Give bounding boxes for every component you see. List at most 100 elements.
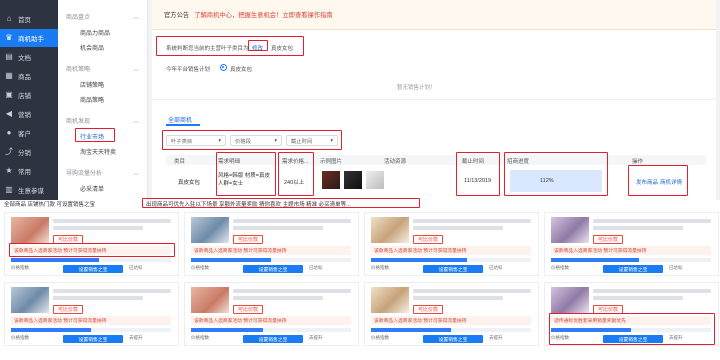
product-thumbnail[interactable] xyxy=(551,287,589,313)
set-sales-treasure-button[interactable]: 设置销售之宝 xyxy=(423,335,483,343)
product-card[interactable]: 可比价款 该款商品入选商家活动 预计可获得流量扶持 价格指数 设置销售之宝 去提升 xyxy=(364,282,539,346)
section-divider xyxy=(152,99,716,100)
tab-all-opportunities[interactable]: 全部商机 xyxy=(168,115,192,124)
home-icon: ⌂ xyxy=(6,14,12,23)
opportunity-detail-link[interactable]: 商机详情 xyxy=(660,178,682,186)
set-sales-treasure-button[interactable]: 设置销售之宝 xyxy=(243,335,303,343)
set-sales-treasure-button[interactable]: 设置销售之宝 xyxy=(603,335,663,343)
set-sales-treasure-button[interactable]: 设置销售之宝 xyxy=(423,265,483,273)
nav-item[interactable]: ♛ 商机助手 xyxy=(0,29,58,47)
product-title-placeholder xyxy=(413,219,531,223)
cell-category: 真皮女包 xyxy=(178,180,201,186)
product-title-placeholder xyxy=(593,219,711,223)
nav-item-label: 首页 xyxy=(18,17,31,24)
th-actions: 操作 xyxy=(632,159,644,165)
sample-image-3[interactable] xyxy=(366,171,384,189)
product-card[interactable]: 可比价款 该款商品入选商家活动 预计可获得流量扶持 价格指数 设置销售之宝 已达标 xyxy=(544,212,719,276)
subnav-group-label[interactable]: 商机发现 xyxy=(66,116,90,125)
card-progress-fill xyxy=(191,258,271,262)
main-panel: 官方公告 了解商机中心，把握生意机会！立即查看操作指南 系统判断您当前的主营叶子… xyxy=(152,0,716,200)
trend-radio-label: 真皮女包 xyxy=(230,67,253,73)
product-thumbnail[interactable] xyxy=(371,287,409,313)
product-title-placeholder xyxy=(53,289,171,293)
cell-deadline: 11/13/2019 xyxy=(464,178,492,184)
nav-item[interactable]: ▦ 商品 xyxy=(0,67,58,85)
card-note: 该款商品入选商家活动 预计可获得流量扶持 xyxy=(191,246,351,255)
product-thumbnail[interactable] xyxy=(11,217,49,243)
card-progress xyxy=(371,328,531,332)
product-thumbnail[interactable] xyxy=(11,287,49,313)
th-category: 类目 xyxy=(174,159,186,165)
card-stat-label: 价格指数 xyxy=(371,335,389,340)
filter-price[interactable]: 价格段 ▾ xyxy=(230,135,282,146)
crown-icon: ♛ xyxy=(5,33,13,42)
card-stat-status[interactable]: 已达标 xyxy=(489,265,503,271)
nav-item[interactable]: ⤴ 分销 xyxy=(0,143,58,161)
product-thumbnail[interactable] xyxy=(551,217,589,243)
comparable-badge: 可比价款 xyxy=(413,305,444,314)
card-stat-status[interactable]: 去提升 xyxy=(669,335,683,341)
chevron-up-icon[interactable]: ︿ xyxy=(133,12,139,21)
card-note: 该款商品入选商家活动 预计可获得流量扶持 xyxy=(191,316,351,325)
card-note: 适传通标优胜套采用销量奖励优先 xyxy=(551,316,711,325)
share-icon: ⤴ xyxy=(5,147,13,156)
nav-item-label: 分销 xyxy=(18,150,31,157)
card-stat-status[interactable]: 已达标 xyxy=(129,265,143,271)
publish-product-link[interactable]: 发布商品 xyxy=(636,178,658,186)
category-prefix: 系统判断您当前的主营叶子类目为 xyxy=(166,46,249,52)
nav-item[interactable]: ▤ 文档 xyxy=(0,48,58,66)
card-stat-status[interactable]: 去提升 xyxy=(309,335,323,341)
subnav-link[interactable]: 店铺策略 xyxy=(80,80,104,89)
filter-deadline[interactable]: 截止时间 ▾ xyxy=(286,135,338,146)
category-edit-link[interactable]: 修改 xyxy=(252,44,263,52)
product-card[interactable]: 可比价款 适传通标优胜套采用销量奖励优先 价格指数 设置销售之宝 去提升 xyxy=(544,282,719,346)
product-thumbnail[interactable] xyxy=(371,217,409,243)
nav-item[interactable]: ▥ 生意参谋 xyxy=(0,181,58,199)
product-card[interactable]: 可比价款 该款商品入选商家活动 预计可获得流量扶持 价格指数 设置销售之宝 已达标 xyxy=(4,212,179,276)
chevron-up-icon[interactable]: ︿ xyxy=(133,64,139,73)
product-thumbnail[interactable] xyxy=(191,217,229,243)
chevron-up-icon[interactable]: ︿ xyxy=(133,116,139,125)
card-stat-status[interactable]: 去提升 xyxy=(489,335,503,341)
set-sales-treasure-button[interactable]: 设置销售之宝 xyxy=(243,265,303,273)
card-stat-status[interactable]: 已达标 xyxy=(309,265,323,271)
product-card[interactable]: 可比价款 该款商品入选商家活动 预计可获得流量扶持 价格指数 设置销售之宝 已达标 xyxy=(364,212,539,276)
card-stat-status[interactable]: 去提升 xyxy=(129,335,143,341)
subnav-link[interactable]: 行业市场 xyxy=(80,132,104,141)
card-stat-status[interactable]: 已达标 xyxy=(669,265,683,271)
trend-radio[interactable] xyxy=(220,64,227,71)
subnav-link[interactable]: 商品策略 xyxy=(80,95,104,104)
nav-item[interactable]: ★ 常用 xyxy=(0,162,58,180)
notice-message[interactable]: 了解商机中心，把握生意机会！立即查看操作指南 xyxy=(194,10,333,19)
subnav-link[interactable]: 必采清单 xyxy=(80,184,104,193)
filter-leaf-category[interactable]: 叶子类目 ▾ xyxy=(166,135,226,146)
cell-detail: 风格=韩版 材质=真皮 人群=女士 xyxy=(218,173,270,187)
nav-item[interactable]: ● 客户 xyxy=(0,124,58,142)
product-thumbnail[interactable] xyxy=(191,287,229,313)
subnav-link[interactable]: 淘宝天天特卖 xyxy=(80,147,116,156)
card-stat-label: 价格指数 xyxy=(371,265,389,270)
filter-price-label: 价格段 xyxy=(235,138,251,145)
product-subtitle-placeholder xyxy=(413,226,503,230)
product-card[interactable]: 可比价款 该款商品入选商家活动 预计可获得流量扶持 价格指数 设置销售之宝 去提升 xyxy=(184,282,359,346)
sample-image-1[interactable] xyxy=(322,171,340,189)
subnav-group-label[interactable]: 商机策略 xyxy=(66,64,90,73)
product-card[interactable]: 可比价款 该款商品入选商家活动 预计可获得流量扶持 价格指数 设置销售之宝 已达标 xyxy=(184,212,359,276)
product-card[interactable]: 可比价款 该款商品入选商家活动 预计可获得流量扶持 价格指数 设置销售之宝 去提升 xyxy=(4,282,179,346)
chevron-up-icon[interactable]: ︿ xyxy=(133,168,139,177)
nav-item[interactable]: ▣ 店铺 xyxy=(0,86,58,104)
set-sales-treasure-button[interactable]: 设置销售之宝 xyxy=(63,335,123,343)
bottom-banner: 出现商品可优先入驻以下场景 享额外流量奖励 猜你喜欢 主题市场 精准 必买清单等… xyxy=(146,202,351,208)
th-sample: 示例图片 xyxy=(320,159,343,165)
subnav-link[interactable]: 商品力商品 xyxy=(80,28,110,37)
set-sales-treasure-button[interactable]: 设置销售之宝 xyxy=(63,265,123,273)
subnav-group-label[interactable]: 导购流量分析 xyxy=(66,168,102,177)
set-sales-treasure-button[interactable]: 设置销售之宝 xyxy=(603,265,663,273)
sample-image-2[interactable] xyxy=(344,171,362,189)
nav-item[interactable]: ◀ 营销 xyxy=(0,105,58,123)
subnav-group-label[interactable]: 商品盘点 xyxy=(66,12,90,21)
megaphone-icon: ◀ xyxy=(5,109,13,118)
subnav-link[interactable]: 机会商品 xyxy=(80,43,104,52)
nav-item-label: 客户 xyxy=(18,131,31,138)
nav-item[interactable]: ⌂ 首页 xyxy=(0,10,58,28)
